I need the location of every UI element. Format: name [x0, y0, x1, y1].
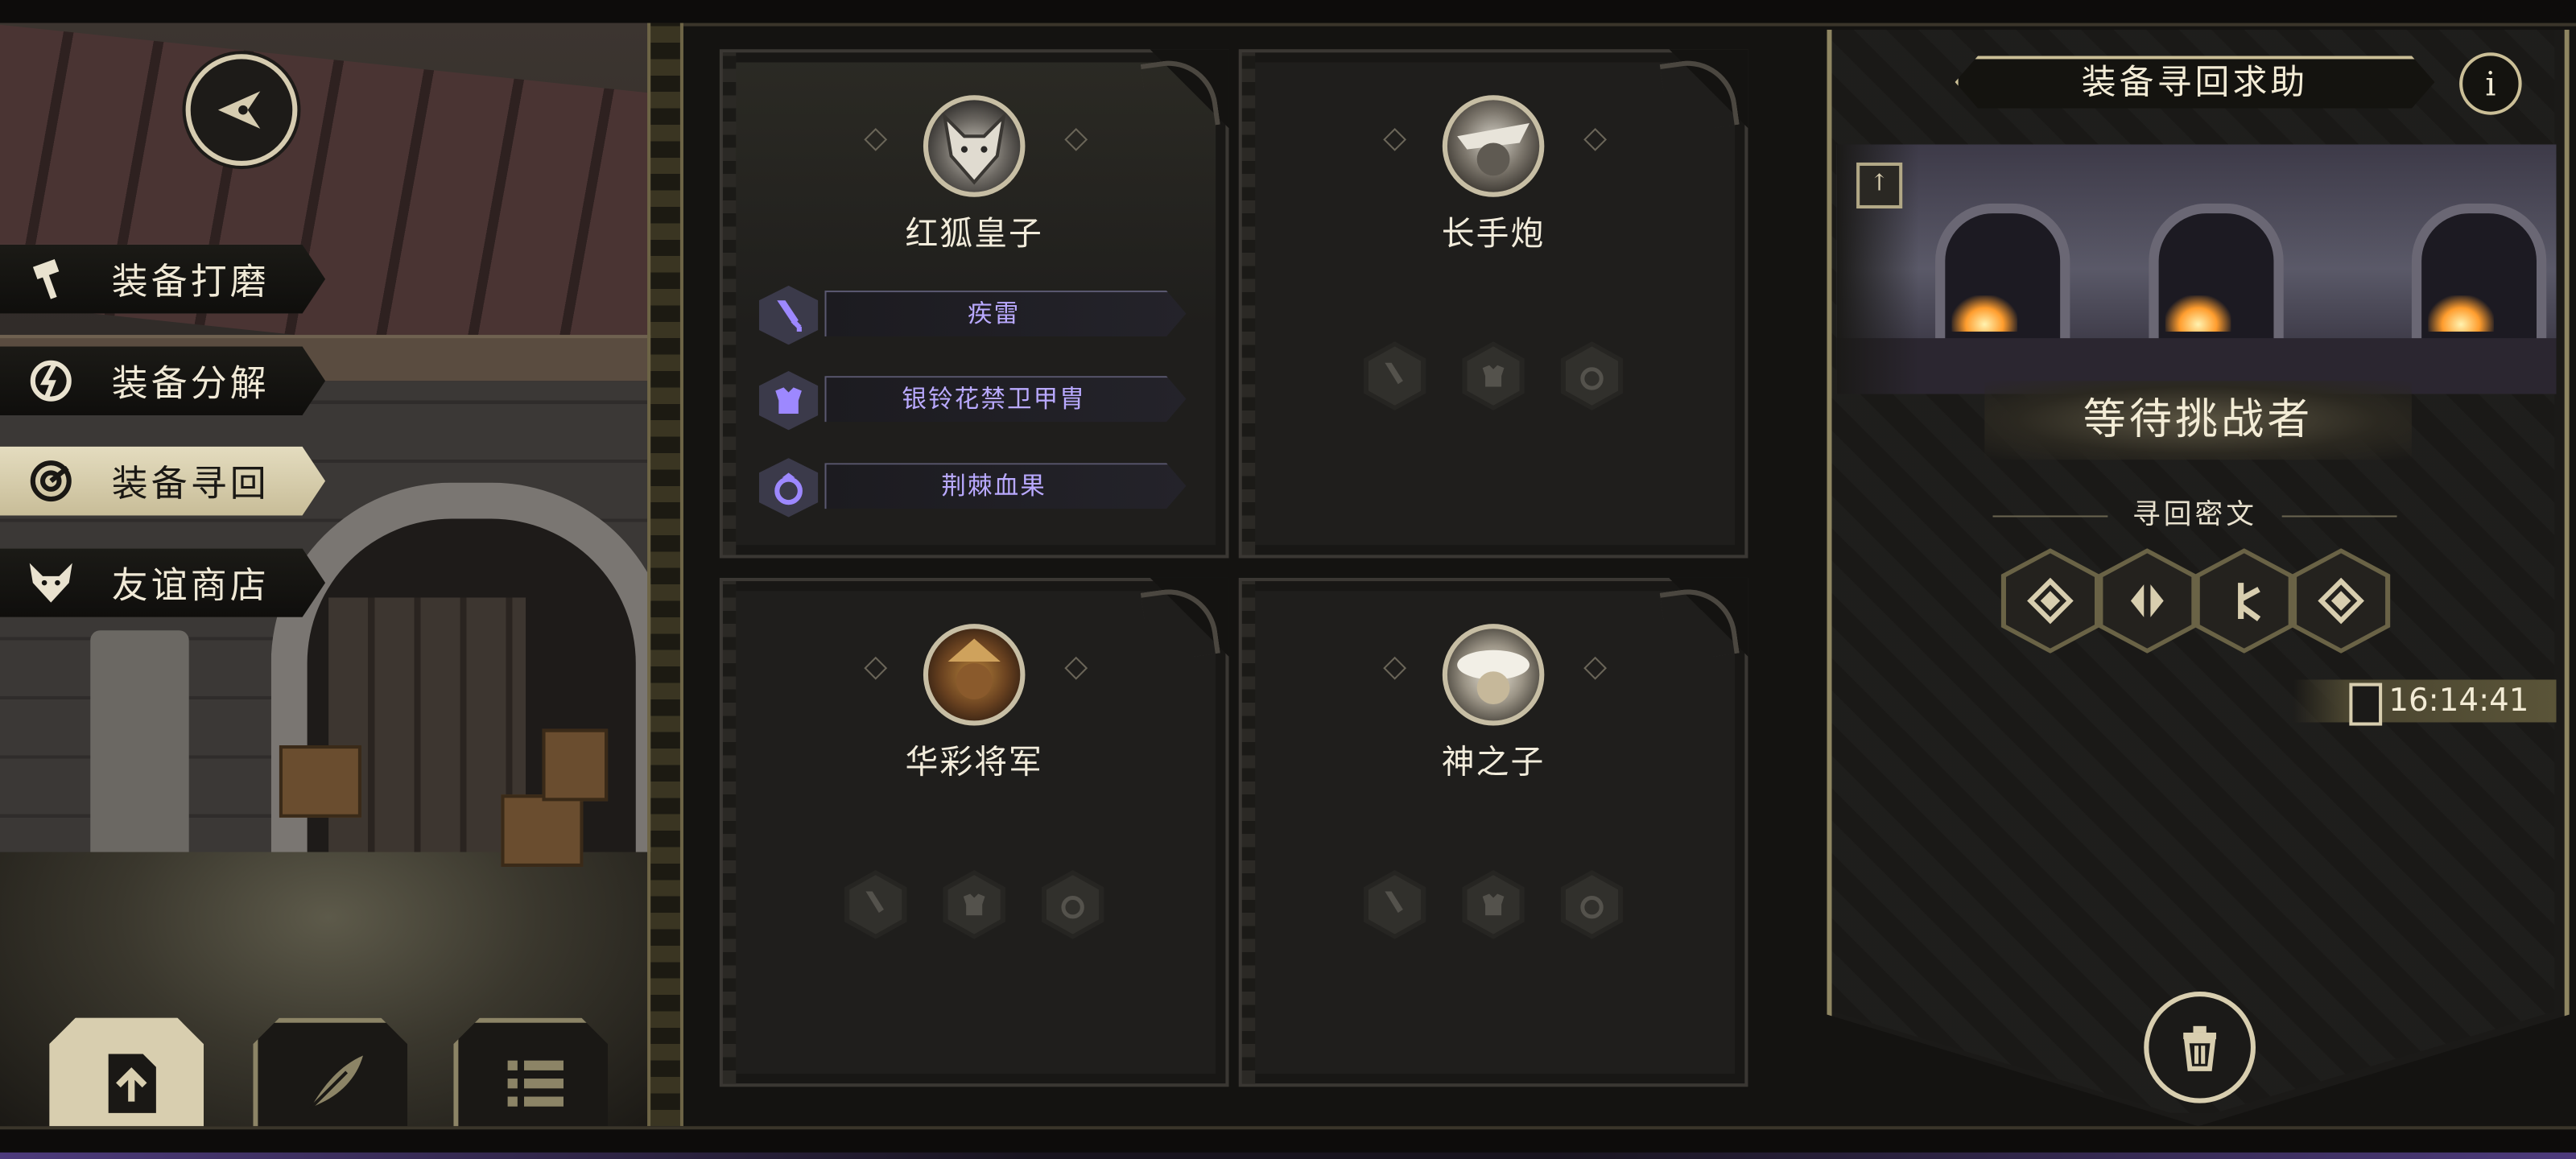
countdown-timer: 16:14:41 [2388, 683, 2529, 720]
ring-icon [1580, 896, 1604, 919]
ring-icon [1061, 896, 1084, 919]
empty-weapon-slot[interactable] [1363, 870, 1426, 939]
empty-equipment-slots [723, 870, 1225, 939]
god-son-portrait [1442, 624, 1545, 726]
empty-equipment-slots [1242, 870, 1744, 939]
ring-icon [774, 472, 803, 505]
menu-decompose[interactable]: 装备分解 [0, 346, 326, 416]
ornate-divider [647, 23, 683, 1127]
menu-friend-shop-label: 友谊商店 [111, 566, 270, 608]
equipment-slot-armor[interactable]: 银铃花禁卫甲胄 [758, 370, 1190, 431]
panel-title: 装备寻回求助 [2081, 62, 2309, 102]
sword-icon [1385, 362, 1403, 385]
empty-weapon-slot[interactable] [844, 870, 907, 939]
hero-name: 长手炮 [1441, 213, 1546, 254]
status-waiting: 等待挑战者 [1984, 381, 2412, 460]
info-button[interactable]: i [2459, 52, 2522, 115]
delete-button[interactable] [2144, 991, 2256, 1103]
hero-card-1[interactable]: 红狐皇子 疾雷 银铃花禁卫甲胄 荆棘血果 [719, 49, 1229, 559]
equipment-name: 银铃花禁卫甲胄 [902, 384, 1086, 415]
empty-armor-slot[interactable] [943, 870, 1005, 939]
sword-icon [777, 300, 802, 332]
empty-equipment-slots [1242, 341, 1744, 410]
long-cannon-portrait [1442, 95, 1545, 197]
empty-weapon-slot[interactable] [1363, 341, 1426, 410]
ring-icon [1580, 367, 1604, 390]
back-arrow-icon [217, 91, 261, 129]
menu-retrieve-label: 装备寻回 [111, 464, 270, 506]
list-icon [507, 1060, 564, 1107]
feather-icon [309, 1055, 364, 1110]
empty-armor-slot[interactable] [1462, 341, 1525, 410]
armor-icon [775, 387, 802, 415]
general-portrait [923, 624, 1026, 726]
menu-retrieve[interactable]: 装备寻回 [0, 446, 326, 516]
armor-icon [1482, 365, 1505, 387]
menu-polish-label: 装备打磨 [111, 262, 270, 304]
armor-icon [963, 893, 985, 916]
empty-accessory-slot[interactable] [1560, 870, 1624, 939]
retrieve-icon [23, 453, 79, 509]
scene-banner-image [1836, 144, 2557, 394]
hero-card-2[interactable]: 长手炮 [1238, 49, 1748, 559]
empty-armor-slot[interactable] [1462, 870, 1525, 939]
hero-name: 神之子 [1441, 741, 1546, 782]
hero-name: 华彩将军 [905, 741, 1043, 782]
armor-icon [1482, 893, 1505, 916]
sword-icon [865, 891, 884, 914]
hammer-icon [23, 251, 79, 307]
equipment-slot-weapon[interactable]: 疾雷 [758, 285, 1190, 345]
back-button[interactable] [185, 54, 298, 167]
menu-polish[interactable]: 装备打磨 [0, 244, 326, 314]
equipment-slot-accessory[interactable]: 荆棘血果 [758, 458, 1190, 518]
upload-icon [108, 1054, 156, 1113]
menu-friend-shop[interactable]: 友谊商店 [0, 548, 326, 617]
upload-badge-icon: ↑ [1856, 162, 1903, 209]
empty-accessory-slot[interactable] [1041, 870, 1104, 939]
fox-icon [23, 555, 79, 610]
menu-decompose-label: 装备分解 [111, 364, 270, 406]
decompose-icon [23, 353, 79, 409]
sword-icon [1385, 891, 1403, 914]
hourglass-icon [2349, 683, 2383, 726]
empty-accessory-slot[interactable] [1560, 341, 1624, 410]
fox-prince-portrait [923, 95, 1026, 197]
game-screen: 装备打磨 装备分解 装备寻回 友谊商店 红狐皇子 疾雷 银铃花禁卫甲胄 荆棘血果… [0, 0, 2576, 1159]
hero-card-3[interactable]: 华彩将军 [719, 577, 1229, 1087]
trash-icon [2183, 1025, 2217, 1071]
equipment-name: 荆棘血果 [941, 471, 1046, 501]
cipher-label: 寻回密文 [1992, 493, 2397, 538]
equipment-name: 疾雷 [967, 299, 1021, 328]
hero-card-4[interactable]: 神之子 [1238, 577, 1748, 1087]
hero-name: 红狐皇子 [905, 213, 1043, 254]
